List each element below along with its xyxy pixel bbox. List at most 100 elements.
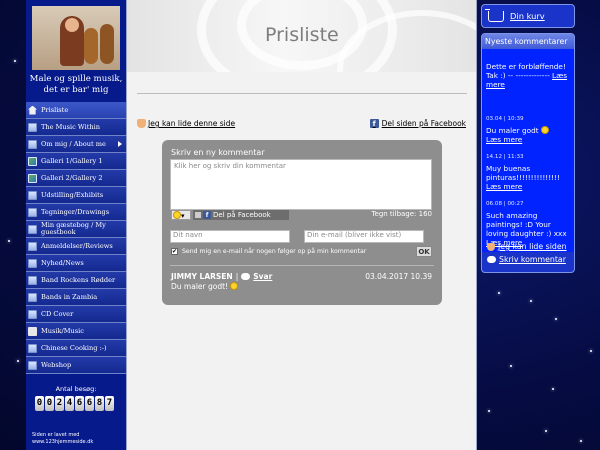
read-more-link[interactable]: Læs mere — [486, 135, 522, 144]
like-site-label: Jeg kan lide siden — [498, 242, 567, 251]
list-item: Dette er forbløffende! Tak :) -- -------… — [486, 62, 574, 89]
nav-item-bands-in-zambia[interactable]: Bands in Zambia — [26, 289, 126, 306]
counter-digit: 4 — [65, 396, 74, 411]
star — [8, 240, 10, 242]
speech-bubble-icon — [487, 256, 496, 263]
like-page-label: Jeg kan lide denne side — [148, 119, 236, 128]
nav-item-music[interactable]: Musik/Music — [26, 323, 126, 340]
read-more-link[interactable]: Læs mere — [486, 182, 522, 191]
nav-label: Prisliste — [41, 105, 69, 114]
nav-label: Galleri 1/Gallery 1 — [41, 156, 103, 165]
nav-label: Bands in Zambia — [41, 292, 98, 301]
counter-digit: 7 — [105, 396, 114, 411]
comment-snippet: Such amazing paintings! :D Your loving d… — [486, 211, 567, 238]
made-with-credit[interactable]: Siden er lavet med www.123hjemmeside.dk — [32, 432, 93, 446]
smiley-icon — [230, 282, 239, 290]
emoji-picker-button[interactable]: ▾ — [171, 210, 191, 220]
notify-checkbox[interactable]: ✔ — [171, 248, 178, 255]
facebook-button-label: Del på Facebook — [213, 211, 271, 219]
comment-form: Skriv en ny kommentar Klik her og skriv … — [162, 140, 442, 305]
name-input[interactable]: Dit navn — [170, 230, 290, 243]
page-icon — [28, 309, 37, 319]
made-with-site[interactable]: www.123hjemmeside.dk — [32, 439, 93, 446]
email-input[interactable]: Din e-mail (bliver ikke vist) — [304, 230, 424, 243]
page-icon — [28, 258, 37, 268]
nav-label: Udstilling/Exhibits — [41, 190, 104, 199]
left-sidebar: Male og spille musik, det er bar' mig Pr… — [26, 0, 126, 450]
gallery-icon — [28, 173, 37, 183]
counter-digit: 0 — [45, 396, 54, 411]
main-content: Prisliste Jeg kan lide denne side f Del … — [126, 0, 477, 450]
post-to-facebook-toggle[interactable]: f Del på Facebook — [193, 210, 289, 220]
like-site-link[interactable]: Jeg kan lide siden — [487, 242, 567, 251]
page-icon — [28, 122, 37, 132]
nav-item-exhibits[interactable]: Udstilling/Exhibits — [26, 187, 126, 204]
latest-comments-list: Dette er forbløffende! Tak :) -- -------… — [482, 49, 574, 252]
nav-item-chinese-cooking[interactable]: Chinese Cooking :-) — [26, 340, 126, 357]
comment-text: Du maler godt! — [171, 282, 239, 291]
nav-item-about-me[interactable]: Om mig / About me — [26, 136, 126, 153]
submit-ok-button[interactable]: OK — [416, 246, 432, 257]
nav-item-the-music-within[interactable]: The Music Within — [26, 119, 126, 136]
nav-item-drawings[interactable]: Tegninger/Drawings — [26, 204, 126, 221]
nav-label: Min gæstebog / My guestbook — [41, 221, 106, 236]
characters-remaining: Tegn tilbage: 160 — [371, 210, 432, 218]
star — [530, 300, 532, 302]
nav-item-gallery-1[interactable]: Galleri 1/Gallery 1 — [26, 153, 126, 170]
share-facebook-label: Del siden på Facebook — [381, 119, 466, 128]
nav-item-guestbook[interactable]: Min gæstebog / My guestbook — [26, 221, 126, 238]
site-tagline: Male og spille musik, det er bar' mig — [29, 74, 123, 95]
nav-item-webshop[interactable]: Webshop — [26, 357, 126, 374]
share-facebook-link[interactable]: f Del siden på Facebook — [369, 119, 466, 128]
nav-item-prisliste[interactable]: Prisliste — [26, 102, 126, 119]
nav-item-reviews[interactable]: Anmeldelser/Reviews — [26, 238, 126, 255]
counter-digit: 6 — [85, 396, 94, 411]
write-comment-link[interactable]: Skriv kommentar — [487, 255, 566, 264]
nav-item-news[interactable]: Nyhed/News — [26, 255, 126, 272]
comment-author: JIMMY LARSEN — [171, 272, 233, 281]
comment-textarea[interactable]: Klik her og skriv din kommentar — [170, 159, 432, 210]
page-icon — [28, 224, 37, 234]
nav-label: Chinese Cooking :-) — [41, 343, 107, 352]
comment-author-line: JIMMY LARSEN | Svar — [171, 272, 272, 281]
star — [552, 388, 554, 390]
chevron-down-icon: ▾ — [181, 212, 185, 220]
counter-digit: 0 — [35, 396, 44, 411]
list-item: 03.04 | 10:39 Du maler godt Læs mere — [486, 115, 574, 144]
counter-digit: 6 — [75, 396, 84, 411]
nav-label: Nyhed/News — [41, 258, 84, 267]
star — [14, 60, 16, 62]
nav-item-cd-cover[interactable]: CD Cover — [26, 306, 126, 323]
star — [488, 410, 490, 412]
comment-snippet: Du maler godt — [486, 126, 539, 135]
page-title: Prisliste — [265, 24, 339, 46]
cart-box[interactable]: Din kurv — [481, 4, 575, 28]
page-icon — [28, 207, 37, 217]
reply-link[interactable]: Svar — [253, 272, 272, 281]
gallery-icon — [28, 156, 37, 166]
divider — [137, 93, 467, 94]
cart-link[interactable]: Din kurv — [510, 11, 545, 21]
list-item: 14.12 | 11:33 Muy buenas pinturas!!!!!!!… — [486, 153, 574, 191]
star — [555, 318, 557, 320]
nav-label: CD Cover — [41, 309, 74, 318]
star — [510, 365, 512, 367]
nav-label: The Music Within — [41, 122, 100, 131]
notify-label: Send mig en e-mail når nogen følger op p… — [182, 248, 367, 255]
comment-date: 14.12 | 11:33 — [486, 154, 524, 160]
nav-label: Tegninger/Drawings — [41, 207, 110, 216]
comment-snippet: Muy buenas pinturas!!!!!!!!!!!!!!! — [486, 164, 560, 182]
counter-digit: 8 — [95, 396, 104, 411]
star — [590, 350, 592, 352]
divider — [170, 265, 434, 266]
music-icon — [28, 326, 37, 336]
home-icon — [28, 105, 37, 115]
comment-date: 03.04 | 10:39 — [486, 116, 524, 122]
nav-item-band-rockens-rodder[interactable]: Band Rockens Rødder — [26, 272, 126, 289]
like-page-link[interactable]: Jeg kan lide denne side — [137, 119, 235, 128]
submenu-arrow-icon — [118, 141, 122, 147]
nav-label: Webshop — [41, 360, 72, 369]
nav-label: Musik/Music — [41, 326, 84, 335]
page-icon — [28, 190, 37, 200]
nav-item-gallery-2[interactable]: Galleri 2/Gallery 2 — [26, 170, 126, 187]
